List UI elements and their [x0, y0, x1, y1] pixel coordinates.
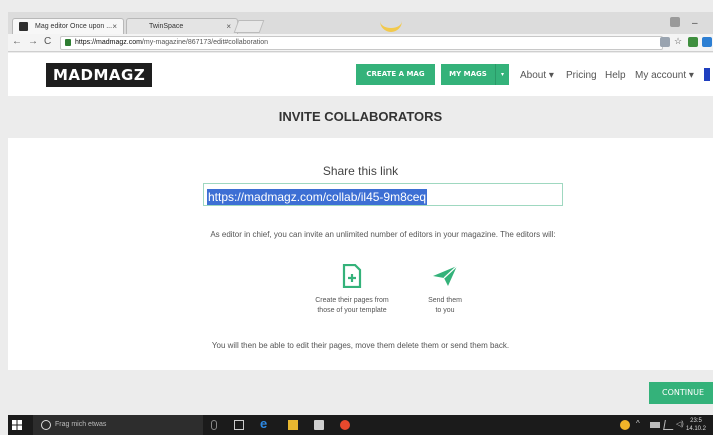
my-mags-label: MY MAGS [449, 70, 487, 78]
windows-taskbar: Frag mich etwas e ^ ◁) 23:5 14.10.2 [8, 415, 713, 435]
loading-spinner-icon [380, 18, 402, 32]
tab-mag-editor[interactable]: Mag editor Once upon ... × [12, 18, 124, 34]
volume-icon[interactable]: ◁) [676, 420, 686, 430]
nav-my-account[interactable]: My account ▾ [635, 70, 694, 81]
paper-plane-icon [433, 265, 458, 286]
edge-browser-icon[interactable]: e [260, 416, 270, 431]
share-link-field[interactable]: https://madmagz.com/collab/il45-9m8ceq [203, 183, 563, 206]
create-a-mag-button[interactable]: CREATE A MAG [356, 64, 435, 85]
address-bar[interactable]: https://madmagz.com/my-magazine/867173/e… [60, 36, 663, 50]
bottom-description: You will then be able to edit their page… [211, 341, 510, 350]
bookmark-star-icon[interactable]: ☆ [674, 36, 682, 47]
chevron-up-icon[interactable]: ^ [636, 419, 646, 429]
feature-line: to you [435, 307, 455, 314]
search-placeholder: Frag mich etwas [55, 421, 107, 428]
forward-button[interactable]: → [28, 36, 38, 47]
chrome-icon[interactable] [340, 420, 350, 430]
footer-bar [8, 370, 713, 415]
browser-tab-bar: Mag editor Once upon ... × TwinSpace × – [8, 12, 713, 34]
continue-button[interactable]: CONTINUE [649, 382, 713, 404]
tab-twinspace[interactable]: TwinSpace × [126, 18, 238, 34]
windows-start-icon[interactable] [12, 420, 22, 430]
feature-send-them: Send them to you [405, 296, 485, 316]
share-link-text: https://madmagz.com/collab/il45-9m8ceq [207, 189, 428, 205]
file-explorer-icon[interactable] [288, 420, 298, 430]
page-title: INVITE COLLABORATORS [8, 96, 713, 138]
chevron-down-icon: ▾ [495, 64, 509, 85]
cortana-icon [41, 420, 51, 430]
nav-pricing[interactable]: Pricing [566, 70, 597, 81]
tab-title: TwinSpace [149, 23, 184, 30]
nav-help[interactable]: Help [605, 70, 626, 81]
feature-create-pages: Create their pages from those of your te… [302, 296, 402, 316]
my-mags-button[interactable]: MY MAGS ▾ [441, 64, 509, 85]
task-view-icon[interactable] [234, 420, 244, 430]
tab-title: Mag editor Once upon ... [35, 23, 113, 30]
lock-icon [65, 39, 71, 46]
new-tab-button[interactable] [233, 20, 265, 33]
language-flag-icon[interactable] [704, 68, 710, 81]
tab-close-icon[interactable]: × [112, 22, 117, 31]
url-host: https://madmagz.com [75, 39, 142, 46]
taskbar-search-input[interactable]: Frag mich etwas [33, 415, 203, 435]
madmagz-favicon-icon [19, 22, 28, 31]
share-label: Share this link [322, 164, 399, 178]
browser-toolbar: ← → C https://madmagz.com/my-magazine/86… [8, 34, 713, 52]
madmagz-logo[interactable]: MADMAGZ [46, 63, 153, 87]
feature-line: Create their pages from [315, 297, 389, 304]
microphone-icon[interactable] [211, 420, 217, 430]
web-page: MADMAGZ CREATE A MAG MY MAGS ▾ About ▾ P… [8, 53, 713, 415]
translate-icon[interactable] [660, 37, 670, 47]
profile-icon[interactable] [670, 17, 680, 27]
new-page-icon [342, 264, 362, 288]
clock[interactable]: 23:5 14.10.2 [686, 417, 706, 433]
invite-description: As editor in chief, you can invite an un… [210, 230, 556, 239]
store-icon[interactable] [314, 420, 324, 430]
feature-line: Send them [428, 297, 462, 304]
extension-green-icon[interactable] [688, 37, 698, 47]
clock-date: 14.10.2 [686, 426, 707, 432]
reload-button[interactable]: C [44, 36, 51, 47]
clock-time: 23:5 [690, 418, 702, 424]
feature-line: those of your template [317, 307, 387, 314]
screen: Mag editor Once upon ... × TwinSpace × –… [0, 0, 713, 435]
nav-about[interactable]: About ▾ [520, 70, 554, 81]
extension-blue-icon[interactable] [702, 37, 712, 47]
notification-app-icon[interactable] [620, 420, 630, 430]
minimize-button[interactable]: – [692, 18, 698, 29]
battery-icon[interactable] [650, 422, 660, 428]
tab-close-icon[interactable]: × [226, 22, 231, 31]
url-path: /my-magazine/867173/edit#collaboration [141, 39, 269, 46]
wifi-icon[interactable] [663, 420, 675, 430]
back-button[interactable]: ← [12, 36, 22, 47]
